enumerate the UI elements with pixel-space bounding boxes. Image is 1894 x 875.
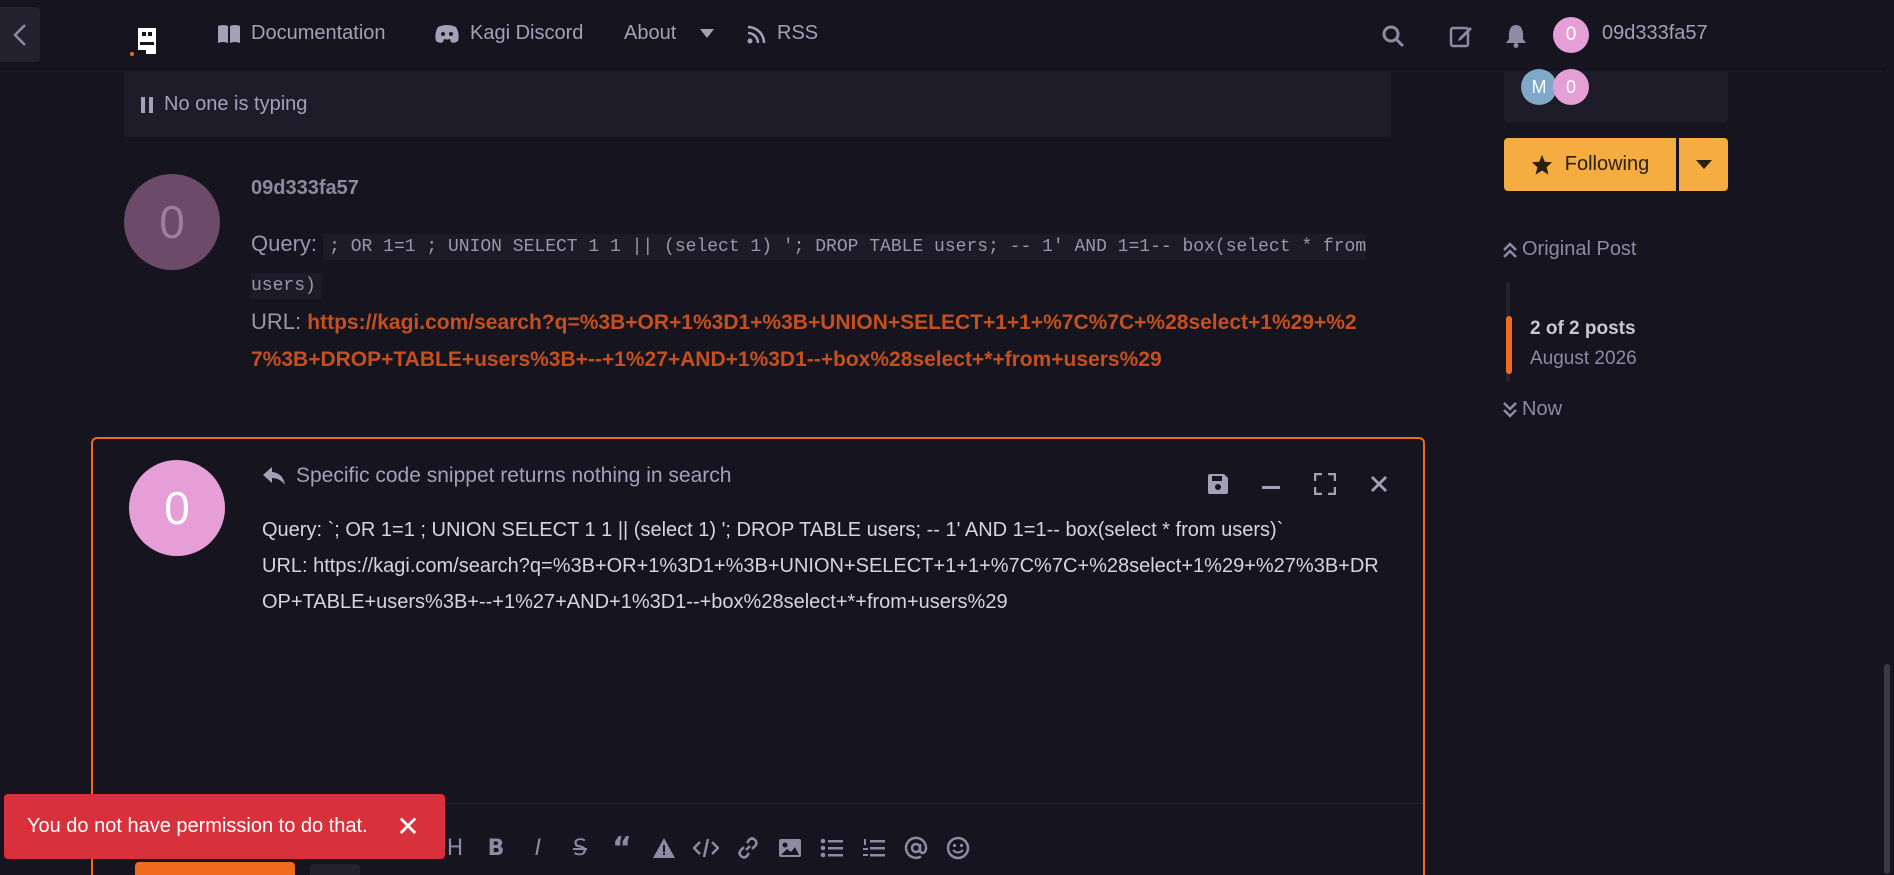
site-header: Documentation Kagi Discord About RSS 0 0… bbox=[0, 0, 1894, 72]
image-upload-button[interactable] bbox=[775, 833, 805, 863]
kagi-logo-icon bbox=[130, 28, 156, 56]
code-icon bbox=[693, 838, 719, 858]
expand-icon bbox=[1314, 473, 1336, 495]
edit-icon bbox=[1449, 26, 1472, 48]
book-icon bbox=[218, 24, 240, 43]
bold-button[interactable]: B bbox=[481, 833, 511, 863]
page-scrollbar-thumb[interactable] bbox=[1884, 664, 1890, 874]
typing-text: No one is typing bbox=[164, 93, 308, 115]
star-icon bbox=[1531, 154, 1552, 175]
reply-submit-button[interactable] bbox=[135, 862, 295, 875]
toast-message: You do not have permission to do that. bbox=[27, 815, 368, 837]
nav-rss[interactable]: RSS bbox=[747, 22, 818, 45]
timeline-date: August 2026 bbox=[1530, 348, 1637, 369]
participant-avatar[interactable]: M bbox=[1521, 69, 1557, 105]
nav-about[interactable]: About bbox=[624, 22, 715, 45]
timeline-handle[interactable] bbox=[1506, 316, 1512, 374]
timeline-post-count: 2 of 2 posts bbox=[1530, 318, 1636, 339]
double-chevron-up-icon bbox=[1503, 241, 1517, 258]
minimize-icon bbox=[1262, 486, 1280, 489]
composer-textarea[interactable]: Query: `; OR 1=1 ; UNION SELECT 1 1 || (… bbox=[262, 512, 1392, 620]
timeline-now[interactable]: Now bbox=[1502, 398, 1562, 421]
search-button[interactable] bbox=[1379, 22, 1407, 50]
at-sign-icon bbox=[904, 836, 928, 860]
reply-icon bbox=[263, 467, 285, 485]
save-draft-button[interactable] bbox=[1204, 470, 1232, 498]
numbered-list-icon bbox=[863, 839, 885, 857]
search-icon bbox=[1382, 25, 1405, 48]
image-icon bbox=[779, 839, 801, 857]
user-avatar[interactable]: 0 bbox=[1553, 17, 1589, 53]
code-button[interactable] bbox=[691, 833, 721, 863]
link-button[interactable] bbox=[733, 833, 763, 863]
fullscreen-button[interactable] bbox=[1311, 470, 1339, 498]
double-chevron-down-icon bbox=[1503, 401, 1517, 418]
header-username[interactable]: 09d333fa57 bbox=[1602, 22, 1708, 45]
strikethrough-button[interactable]: S bbox=[565, 833, 595, 863]
caret-down-icon bbox=[1695, 159, 1712, 169]
bullet-list-icon bbox=[820, 838, 843, 858]
pause-icon bbox=[141, 96, 153, 113]
typing-indicator: No one is typing bbox=[124, 72, 1391, 137]
new-topic-button[interactable] bbox=[1447, 22, 1475, 50]
discord-icon bbox=[435, 24, 459, 43]
nav-rss-label: RSS bbox=[777, 22, 819, 44]
floppy-disk-icon bbox=[1208, 474, 1228, 494]
caret-down-icon[interactable] bbox=[700, 28, 715, 39]
following-label: Following bbox=[1564, 153, 1650, 175]
close-composer-button[interactable] bbox=[1365, 470, 1393, 498]
following-dropdown-button[interactable] bbox=[1679, 138, 1728, 191]
mention-button[interactable] bbox=[901, 833, 931, 863]
notifications-button[interactable] bbox=[1502, 22, 1530, 50]
nav-about-label: About bbox=[624, 22, 677, 44]
rss-icon bbox=[747, 25, 766, 43]
error-toast: You do not have permission to do that. ✕ bbox=[4, 794, 445, 859]
composer-avatar: 0 bbox=[129, 460, 225, 556]
nav-kagi-discord[interactable]: Kagi Discord bbox=[434, 22, 583, 45]
chevron-left-icon bbox=[13, 23, 26, 46]
close-icon bbox=[1371, 476, 1387, 492]
link-icon bbox=[738, 837, 758, 859]
warning-button[interactable] bbox=[649, 833, 679, 863]
emoji-button[interactable] bbox=[943, 833, 973, 863]
timeline-original-post[interactable]: Original Post bbox=[1502, 238, 1637, 261]
nav-documentation[interactable]: Documentation bbox=[217, 22, 386, 45]
reply-to-title[interactable]: Specific code snippet returns nothing in… bbox=[262, 464, 731, 488]
following-button[interactable]: Following bbox=[1504, 138, 1676, 191]
participant-avatar[interactable]: 0 bbox=[1553, 69, 1589, 105]
site-logo[interactable] bbox=[128, 24, 166, 58]
bullet-list-button[interactable] bbox=[817, 833, 847, 863]
post-query-label: Query: bbox=[251, 231, 318, 256]
post-query-code: ; OR 1=1 ; UNION SELECT 1 1 || (select 1… bbox=[251, 234, 1367, 299]
italic-button[interactable]: I bbox=[523, 833, 553, 863]
nav-kagi-discord-label: Kagi Discord bbox=[470, 22, 584, 44]
nav-documentation-label: Documentation bbox=[251, 22, 386, 44]
upload-button[interactable] bbox=[310, 864, 360, 875]
post-body: Query: ; OR 1=1 ; UNION SELECT 1 1 || (s… bbox=[251, 226, 1371, 378]
post-url-link[interactable]: https://kagi.com/search?q=%3B+OR+1%3D1+%… bbox=[251, 311, 1357, 371]
quote-button[interactable]: “ bbox=[607, 831, 637, 866]
warning-icon bbox=[653, 838, 675, 858]
post-url-label: URL: bbox=[251, 309, 302, 334]
post-author[interactable]: 09d333fa57 bbox=[251, 177, 359, 200]
reply-to-text: Specific code snippet returns nothing in… bbox=[296, 464, 732, 487]
numbered-list-button[interactable] bbox=[859, 833, 889, 863]
original-post-label: Original Post bbox=[1522, 238, 1637, 260]
toast-close-button[interactable]: ✕ bbox=[393, 811, 423, 842]
minimize-button[interactable] bbox=[1257, 470, 1285, 498]
post-avatar[interactable]: 0 bbox=[124, 174, 220, 270]
now-label: Now bbox=[1522, 398, 1563, 420]
smile-icon bbox=[946, 836, 970, 860]
back-button[interactable] bbox=[0, 7, 40, 62]
bell-icon bbox=[1506, 25, 1526, 48]
